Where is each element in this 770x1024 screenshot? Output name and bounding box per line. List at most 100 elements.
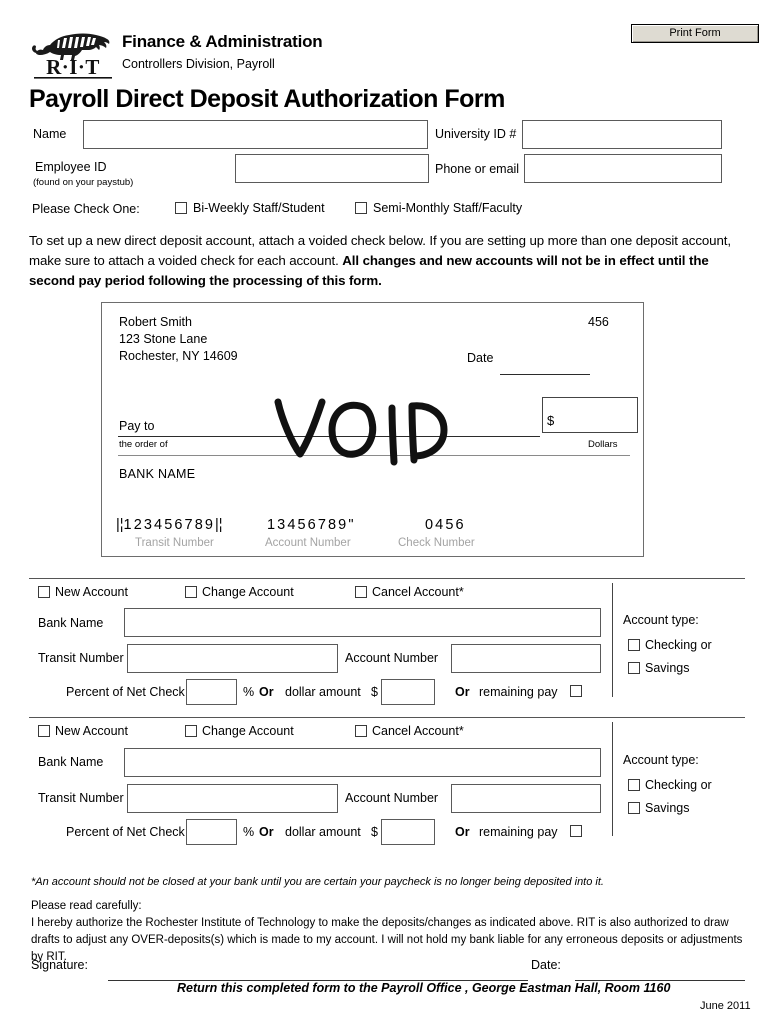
employee-id-label: Employee ID [35, 160, 107, 174]
account-2-percent-input[interactable] [186, 819, 237, 845]
account-2-or-2: Or [455, 825, 470, 839]
account-1-remaining-label: remaining pay [479, 685, 558, 699]
account-1-bank-name-label: Bank Name [38, 616, 104, 630]
account-1-transit-input[interactable] [127, 644, 338, 673]
page-title: Payroll Direct Deposit Authorization For… [29, 85, 505, 113]
account-1-savings-label: Savings [645, 661, 690, 675]
return-instruction: Return this completed form to the Payrol… [177, 981, 671, 995]
account-2-checkbox-remaining[interactable] [570, 825, 582, 837]
checkbox-semi-monthly[interactable] [355, 202, 367, 214]
direct-deposit-form-page: Print Form R·I·T Finance & Administratio… [0, 0, 770, 1024]
account-1-transit-label: Transit Number [38, 651, 124, 665]
account-1-cancel-label: Cancel Account* [372, 585, 464, 599]
check-date-label: Date [467, 351, 494, 365]
account-2-checkbox-cancel[interactable] [355, 725, 367, 737]
account-1-checkbox-checking[interactable] [628, 639, 640, 651]
check-transit-number: |¦123456789|¦ [116, 517, 223, 533]
account-1-checkbox-savings[interactable] [628, 662, 640, 674]
account-2-dollar-sign: $ [371, 825, 378, 839]
account-1-divider [612, 583, 613, 697]
account-1-top-rule [29, 578, 745, 579]
checkbox-bi-weekly[interactable] [175, 202, 187, 214]
check-amount-box [542, 397, 638, 433]
employee-id-input[interactable] [235, 154, 429, 183]
name-input[interactable] [83, 120, 428, 149]
check-order-of-label: the order of [119, 439, 168, 450]
division-subtitle: Controllers Division, Payroll [122, 57, 275, 71]
check-account-label: Account Number [265, 537, 351, 549]
name-label: Name [33, 127, 67, 141]
semi-monthly-label: Semi-Monthly Staff/Faculty [373, 201, 523, 215]
account-2-dollar-label: dollar amount [285, 825, 361, 839]
account-2-transit-input[interactable] [127, 784, 338, 813]
account-2-savings-label: Savings [645, 801, 690, 815]
check-transit-label: Transit Number [135, 537, 214, 549]
account-1-change-label: Change Account [202, 585, 294, 599]
account-2-percent-label: Percent of Net Check [66, 825, 185, 839]
please-check-one-label: Please Check One: [32, 202, 140, 216]
account-2-change-label: Change Account [202, 724, 294, 738]
university-id-input[interactable] [522, 120, 722, 149]
account-1-checkbox-change[interactable] [185, 586, 197, 598]
account-1-percent-label: Percent of Net Check [66, 685, 185, 699]
account-1-checking-label: Checking or [645, 638, 712, 652]
instructions-paragraph: To set up a new direct deposit account, … [29, 231, 745, 291]
account-2-bank-name-input[interactable] [124, 748, 601, 777]
account-2-account-number-input[interactable] [451, 784, 601, 813]
account-1-checkbox-new[interactable] [38, 586, 50, 598]
account-2-top-rule [29, 717, 745, 718]
account-2-or-1: Or [259, 825, 274, 839]
check-payer-city: Rochester, NY 14609 [119, 349, 238, 363]
check-pay-to-label: Pay to [119, 419, 155, 433]
check-payer-street: 123 Stone Lane [119, 332, 208, 346]
account-2-checkbox-savings[interactable] [628, 802, 640, 814]
phone-or-email-input[interactable] [524, 154, 722, 183]
account-1-account-number-input[interactable] [451, 644, 601, 673]
check-number-top: 456 [588, 315, 609, 329]
account-1-bank-name-input[interactable] [124, 608, 601, 637]
check-check-number: 0456 [425, 517, 466, 533]
bi-weekly-label: Bi-Weekly Staff/Student [193, 201, 325, 215]
account-1-or-2: Or [455, 685, 470, 699]
account-1-checkbox-cancel[interactable] [355, 586, 367, 598]
account-2-checkbox-new[interactable] [38, 725, 50, 737]
account-1-checkbox-remaining[interactable] [570, 685, 582, 697]
account-2-divider [612, 722, 613, 836]
revision-date: June 2011 [700, 1000, 751, 1012]
account-1-dollar-label: dollar amount [285, 685, 361, 699]
account-1-dollar-sign: $ [371, 685, 378, 699]
date-label: Date: [531, 958, 561, 972]
account-1-dollar-input[interactable] [381, 679, 435, 705]
account-2-checking-label: Checking or [645, 778, 712, 792]
account-2-transit-label: Transit Number [38, 791, 124, 805]
account-2-cancel-label: Cancel Account* [372, 724, 464, 738]
rit-logo: R·I·T [30, 26, 116, 80]
account-1-new-label: New Account [55, 585, 128, 599]
read-carefully-label: Please read carefully: [31, 900, 142, 912]
university-id-label: University ID # [435, 127, 517, 141]
account-1-or-1: Or [259, 685, 274, 699]
account-2-dollar-input[interactable] [381, 819, 435, 845]
account-1-account-type-label: Account type: [623, 613, 699, 627]
svg-text:R·I·T: R·I·T [46, 55, 100, 79]
check-account-number: 13456789" [267, 517, 354, 533]
check-dollars-label: Dollars [588, 439, 618, 450]
department-title: Finance & Administration [122, 32, 323, 51]
check-check-number-label: Check Number [398, 537, 475, 549]
check-payer-name: Robert Smith [119, 315, 192, 329]
account-1-percent-input[interactable] [186, 679, 237, 705]
employee-id-note: (found on your paystub) [33, 177, 134, 188]
print-form-button[interactable]: Print Form [631, 24, 759, 43]
account-1-account-number-label: Account Number [345, 651, 439, 665]
account-2-checkbox-change[interactable] [185, 725, 197, 737]
void-stamp-icon [272, 398, 482, 468]
account-2-checkbox-checking[interactable] [628, 779, 640, 791]
account-2-bank-name-label: Bank Name [38, 755, 104, 769]
check-date-line [500, 374, 590, 375]
phone-or-email-label: Phone or email [435, 162, 520, 176]
signature-label: Signature: [31, 958, 88, 972]
account-1-percent-sign: % [243, 685, 255, 699]
account-2-account-type-label: Account type: [623, 753, 699, 767]
authorization-paragraph: I hereby authorize the Rochester Institu… [31, 917, 743, 963]
asterisk-note: *An account should not be closed at your… [31, 876, 604, 888]
